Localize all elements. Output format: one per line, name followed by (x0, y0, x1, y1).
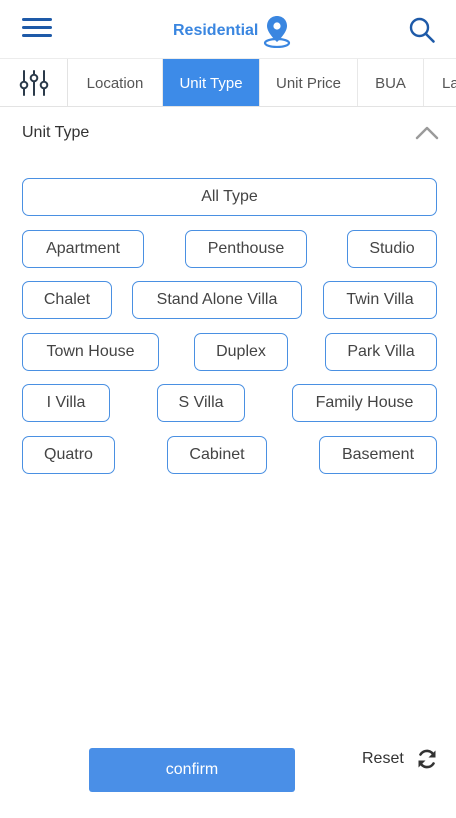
chip-town-house[interactable]: Town House (22, 333, 159, 371)
chip-park-villa[interactable]: Park Villa (325, 333, 437, 371)
sliders-icon (19, 70, 48, 96)
reset-label: Reset (362, 750, 404, 767)
chip-twin-villa[interactable]: Twin Villa (323, 281, 437, 319)
tab-unit-price[interactable]: Unit Price (260, 59, 358, 106)
search-icon[interactable] (408, 16, 436, 44)
app-title-group: Residential (173, 14, 291, 48)
app-title: Residential (173, 22, 259, 39)
chevron-up-icon[interactable] (414, 120, 440, 146)
tab-bua[interactable]: BUA (358, 59, 424, 106)
chip-basement[interactable]: Basement (319, 436, 437, 474)
chip-all-type[interactable]: All Type (22, 178, 437, 216)
filter-button[interactable] (0, 59, 68, 106)
refresh-icon (418, 749, 436, 769)
chip-penthouse[interactable]: Penthouse (185, 230, 307, 268)
chip-apartment[interactable]: Apartment (22, 230, 144, 268)
tab-land[interactable]: La (424, 59, 456, 106)
map-pin-icon (264, 16, 291, 48)
filter-tab-bar: Location Unit Type Unit Price BUA La (0, 59, 456, 107)
chip-family-house[interactable]: Family House (292, 384, 437, 422)
unit-type-section-header: Unit Type (0, 108, 456, 158)
chip-quatro[interactable]: Quatro (22, 436, 115, 474)
chip-duplex[interactable]: Duplex (194, 333, 288, 371)
confirm-button[interactable]: confirm (89, 748, 295, 792)
section-title: Unit Type (22, 124, 90, 141)
reset-button[interactable]: Reset (362, 744, 438, 774)
tab-unit-type[interactable]: Unit Type (163, 59, 260, 106)
chip-i-villa[interactable]: I Villa (22, 384, 110, 422)
chip-studio[interactable]: Studio (347, 230, 437, 268)
chip-s-villa[interactable]: S Villa (157, 384, 245, 422)
chip-chalet[interactable]: Chalet (22, 281, 112, 319)
chip-cabinet[interactable]: Cabinet (167, 436, 267, 474)
hamburger-menu-icon[interactable] (22, 17, 52, 39)
app-header: Residential (0, 0, 456, 59)
tab-location[interactable]: Location (68, 59, 163, 106)
chip-stand-alone-villa[interactable]: Stand Alone Villa (132, 281, 302, 319)
